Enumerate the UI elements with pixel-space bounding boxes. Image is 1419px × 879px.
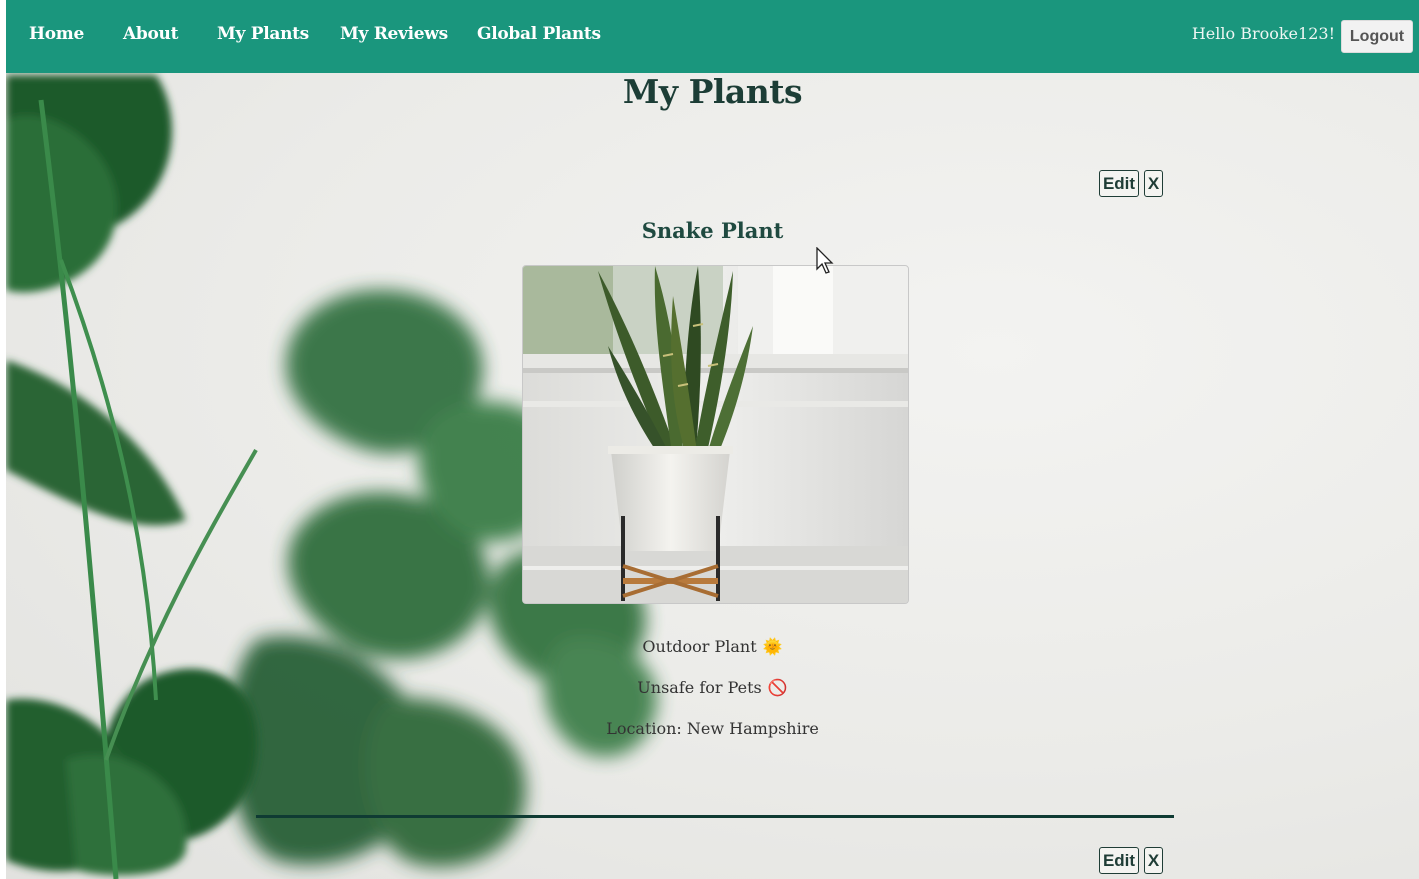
nav-global-plants-link[interactable]: Global Plants <box>477 24 601 44</box>
outdoor-status: Outdoor Plant 🌞 <box>6 637 1419 656</box>
top-navbar: Home About My Plants My Reviews Global P… <box>6 0 1419 73</box>
logout-button[interactable]: Logout <box>1341 20 1413 53</box>
page-background: Home About My Plants My Reviews Global P… <box>6 0 1419 879</box>
nav-home-link[interactable]: Home <box>29 24 84 44</box>
plant-card-actions: Edit X <box>1099 170 1163 197</box>
plant-name: Snake Plant <box>641 218 784 243</box>
edit-button[interactable]: Edit <box>1099 170 1139 197</box>
nav-my-reviews-link[interactable]: My Reviews <box>340 24 448 44</box>
outdoor-status-text: Outdoor Plant <box>642 637 757 656</box>
prohibited-icon: 🚫 <box>767 678 788 697</box>
pet-safety-text: Unsafe for Pets <box>637 678 762 697</box>
delete-button[interactable]: X <box>1144 847 1163 874</box>
plant-photo <box>522 265 909 604</box>
nav-my-plants-link[interactable]: My Plants <box>217 24 309 44</box>
plant-card-actions: Edit X <box>1099 847 1163 874</box>
plant-location: Location: New Hampshire <box>606 719 819 738</box>
card-divider <box>256 815 1174 818</box>
delete-button[interactable]: X <box>1144 170 1163 197</box>
nav-about-link[interactable]: About <box>123 24 178 44</box>
page-title: My Plants <box>622 72 803 111</box>
pet-safety-status: Unsafe for Pets 🚫 <box>6 678 1419 697</box>
user-greeting: Hello Brooke123! <box>1191 24 1335 43</box>
sun-icon: 🌞 <box>762 637 783 656</box>
edit-button[interactable]: Edit <box>1099 847 1139 874</box>
mouse-cursor-icon <box>816 247 834 274</box>
